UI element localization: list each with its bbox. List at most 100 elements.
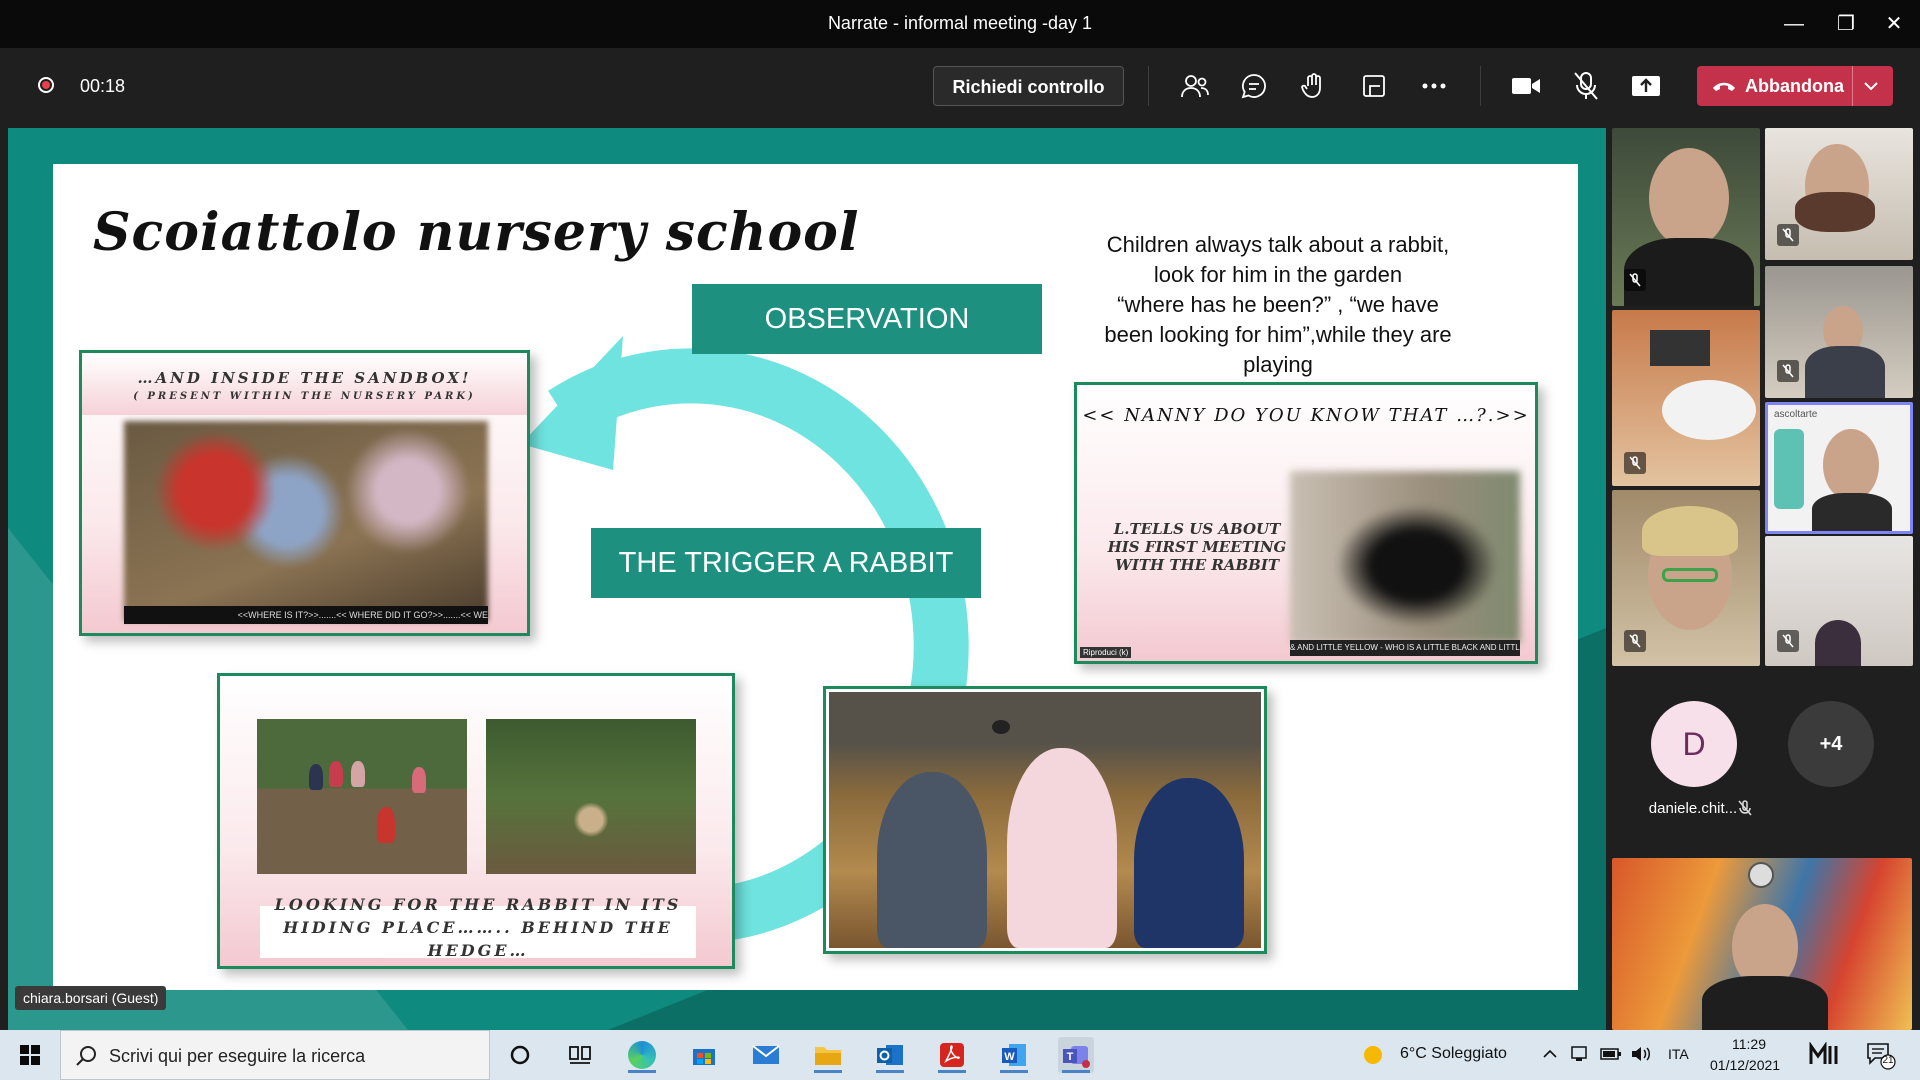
clock-date[interactable]: 01/12/2021 <box>1710 1057 1780 1073</box>
search-icon <box>76 1046 96 1066</box>
mic-muted-icon <box>1738 800 1752 816</box>
cortana-icon[interactable] <box>502 1037 538 1073</box>
camera-icon[interactable] <box>1508 68 1544 104</box>
store-icon[interactable] <box>686 1037 722 1073</box>
participant-tile[interactable] <box>1612 310 1760 486</box>
hedge-photo-1 <box>257 719 467 874</box>
participant-face <box>1823 429 1879 501</box>
toolbar-divider <box>1480 66 1481 106</box>
participant-avatar[interactable]: D <box>1651 701 1737 787</box>
volume-icon[interactable] <box>1630 1044 1652 1064</box>
chevron-up-icon[interactable] <box>1542 1049 1558 1059</box>
kid-figure <box>412 767 426 793</box>
participant-body <box>1702 976 1828 1030</box>
kid-figure <box>377 807 395 843</box>
battery-icon[interactable] <box>1600 1046 1622 1062</box>
meet-now-icon[interactable] <box>1808 1042 1842 1068</box>
language-indicator[interactable]: ITA <box>1668 1046 1689 1062</box>
kid-figure <box>329 761 343 787</box>
notification-count: 21 <box>1882 1055 1894 1066</box>
sandbox-video <box>124 421 488 621</box>
hedge-card: LOOKING FOR THE RABBIT IN ITS HIDING PLA… <box>217 673 735 969</box>
mic-muted-icon <box>1624 269 1646 291</box>
slide-title: Scoiattolo nursery school <box>93 202 860 263</box>
network-icon[interactable] <box>1570 1044 1590 1064</box>
participants-icon[interactable] <box>1177 68 1213 104</box>
more-options-icon[interactable] <box>1416 68 1452 104</box>
mic-muted-icon <box>1624 630 1646 652</box>
paragraph-line: look for him in the garden <box>1153 262 1403 287</box>
paragraph-line: “where has he been?” , “we have <box>1117 292 1439 317</box>
minimize-button[interactable]: — <box>1776 6 1812 42</box>
participant-tile[interactable] <box>1765 536 1913 666</box>
share-icon[interactable] <box>1628 68 1664 104</box>
participant-body <box>1805 346 1885 398</box>
participant-tile-active-speaker[interactable]: ascoltarte <box>1765 402 1913 534</box>
participant-body <box>1812 493 1892 531</box>
clock-time[interactable]: 11:29 <box>1732 1036 1766 1052</box>
participant-tile[interactable] <box>1765 266 1913 398</box>
paragraph-line: playing <box>1243 352 1313 377</box>
weather-text[interactable]: 6°C Soleggiato <box>1400 1045 1507 1063</box>
shared-screen: Scoiattolo nursery school Children alway… <box>8 128 1606 1030</box>
word-icon[interactable]: W <box>996 1037 1032 1073</box>
rabbit-figure <box>992 720 1010 734</box>
mic-muted-icon[interactable] <box>1568 68 1604 104</box>
nanny-caption: L.TELLS US ABOUT HIS FIRST MEETING WITH … <box>1107 520 1287 574</box>
teams-icon[interactable]: T <box>1058 1037 1094 1073</box>
rooms-icon[interactable] <box>1356 68 1392 104</box>
windows-start-icon[interactable] <box>12 1037 48 1073</box>
presentation-slide: Scoiattolo nursery school Children alway… <box>53 164 1578 990</box>
chat-icon[interactable] <box>1236 68 1272 104</box>
kids-photo-card <box>823 686 1267 954</box>
file-explorer-icon[interactable] <box>810 1037 846 1073</box>
sandbox-heading: …AND INSIDE THE SANDBOX! <box>137 369 472 387</box>
participant-tile[interactable] <box>1765 128 1913 260</box>
title-bar: Narrate - informal meeting -day 1 — ❐ ✕ <box>0 0 1920 48</box>
taskbar-search[interactable]: Scrivi qui per eseguire la ricerca <box>60 1030 490 1080</box>
leave-divider <box>1852 66 1853 106</box>
mic-muted-icon <box>1777 630 1799 652</box>
observation-box: OBSERVATION <box>692 284 1042 354</box>
mic-muted-icon <box>1624 452 1646 474</box>
participant-tile[interactable] <box>1612 128 1760 306</box>
participant-head <box>1815 620 1861 666</box>
hang-up-icon <box>1713 82 1735 91</box>
more-participants-button[interactable]: +4 <box>1788 701 1874 787</box>
chevron-down-icon[interactable] <box>1863 81 1879 91</box>
kid-figure <box>1007 748 1117 948</box>
request-control-button[interactable]: Richiedi controllo <box>933 66 1124 106</box>
sandbox-subtitle: <<WHERE IS IT?>>.......<< WHERE DID IT G… <box>124 606 488 624</box>
meeting-timer: 00:18 <box>80 76 126 96</box>
outlook-icon[interactable] <box>872 1037 908 1073</box>
sandbox-subheading: ( PRESENT WITHIN THE NURSERY PARK) <box>133 391 476 402</box>
toolbar-divider <box>1148 66 1149 106</box>
weather-sun-icon <box>1364 1046 1382 1064</box>
raise-hand-icon[interactable] <box>1296 68 1332 104</box>
participant-tile[interactable] <box>1612 490 1760 666</box>
restore-button[interactable]: ❐ <box>1828 6 1864 42</box>
participant-hair <box>1795 192 1875 232</box>
tile-banner: ascoltarte <box>1774 409 1818 420</box>
kid-figure <box>877 772 987 948</box>
mail-icon[interactable] <box>748 1037 784 1073</box>
glasses <box>1662 568 1718 582</box>
sandbox-card: …AND INSIDE THE SANDBOX! ( PRESENT WITHI… <box>79 350 530 636</box>
kid-figure <box>1134 778 1244 948</box>
edge-icon[interactable] <box>624 1037 660 1073</box>
play-tag[interactable]: Riproduci (k) <box>1080 647 1132 658</box>
room-table <box>1662 380 1756 440</box>
windows-taskbar: Scrivi qui per eseguire la ricerca W T 6… <box>0 1030 1920 1080</box>
acrobat-icon[interactable] <box>934 1037 970 1073</box>
room-screen <box>1650 330 1710 366</box>
task-view-icon[interactable] <box>562 1037 598 1073</box>
leave-button[interactable]: Abbandona <box>1697 66 1893 106</box>
window-title: Narrate - informal meeting -day 1 <box>827 13 1093 33</box>
mic-muted-icon <box>1777 360 1799 382</box>
nanny-subtitle: & AND LITTLE YELLOW - WHO IS A LITTLE BL… <box>1290 640 1520 656</box>
paragraph-line: been looking for him”,while they are <box>1104 322 1452 347</box>
kid-figure <box>309 764 323 790</box>
close-button[interactable]: ✕ <box>1876 6 1912 42</box>
nanny-card: << NANNY DO YOU KNOW THAT …?.>> L.TELLS … <box>1074 382 1538 664</box>
participant-face <box>1649 148 1729 248</box>
